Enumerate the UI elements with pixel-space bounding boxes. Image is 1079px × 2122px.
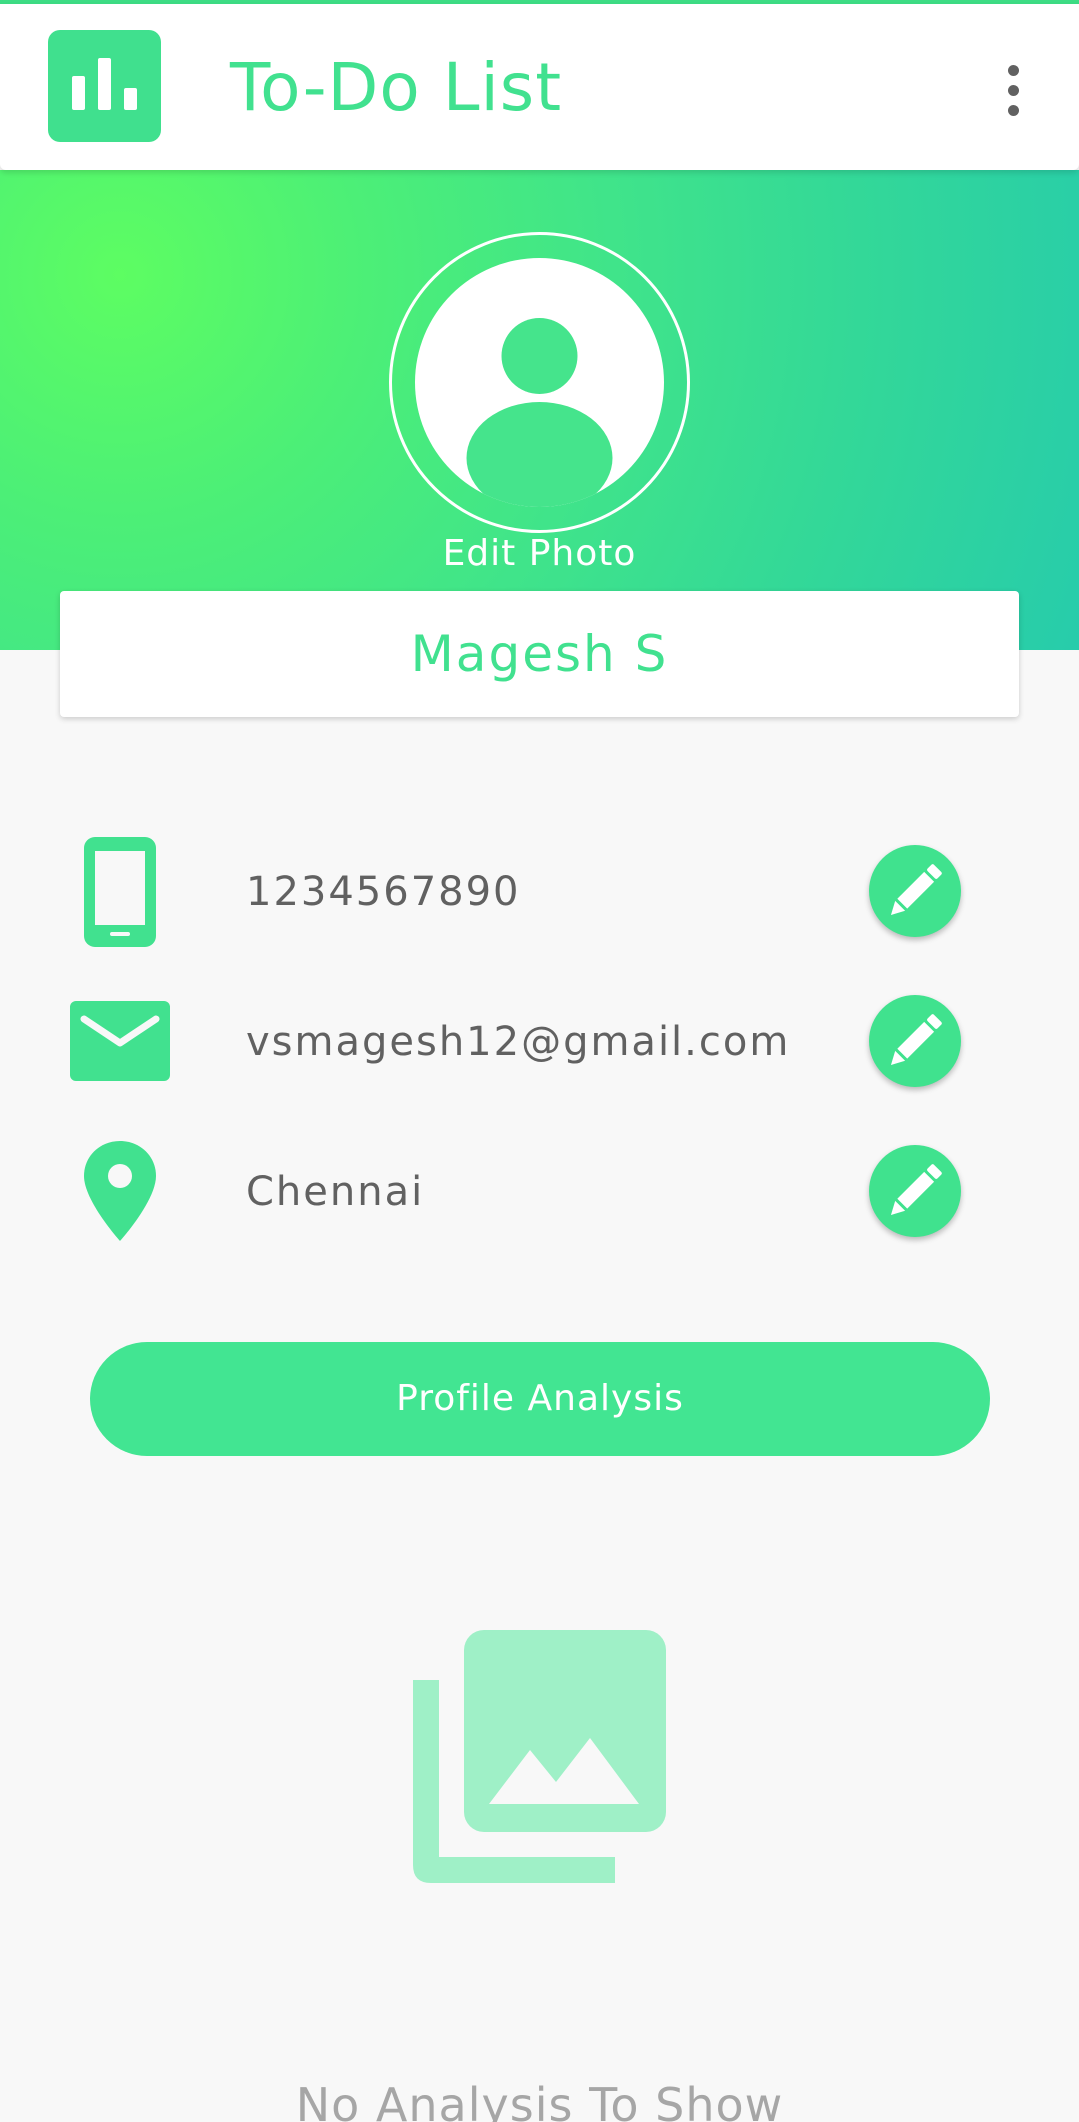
pencil-icon [890, 1014, 942, 1066]
edit-location-button[interactable] [869, 1145, 961, 1237]
pencil-icon [890, 1164, 942, 1216]
email-address: vsmagesh12@gmail.com [246, 1019, 791, 1065]
app-bar: To-Do List [0, 4, 1079, 170]
phone-icon [60, 837, 180, 947]
profile-header: Edit Photo [0, 170, 1079, 650]
location-pin-icon [60, 1137, 180, 1247]
edit-phone-button[interactable] [869, 845, 961, 937]
edit-photo-link[interactable]: Edit Photo [0, 533, 1079, 574]
account-circle-icon[interactable] [415, 258, 664, 507]
phone-row: 1234567890 [0, 837, 1079, 947]
empty-state-message: No Analysis To Show [295, 2078, 784, 2122]
profile-name: Magesh S [410, 625, 669, 683]
pencil-icon [890, 864, 942, 916]
profile-analysis-label: Profile Analysis [396, 1378, 684, 1419]
phone-number: 1234567890 [246, 869, 521, 915]
photo-library-icon [413, 1630, 666, 1883]
email-icon [60, 987, 180, 1097]
email-row: vsmagesh12@gmail.com [0, 987, 1079, 1097]
bar-chart-icon[interactable] [48, 30, 161, 142]
more-vert-icon[interactable] [990, 56, 1036, 126]
name-card: Magesh S [60, 591, 1019, 717]
edit-email-button[interactable] [869, 995, 961, 1087]
app-title: To-Do List [230, 49, 563, 126]
location-text: Chennai [246, 1169, 425, 1215]
profile-analysis-button[interactable]: Profile Analysis [90, 1342, 990, 1456]
location-row: Chennai [0, 1137, 1079, 1247]
